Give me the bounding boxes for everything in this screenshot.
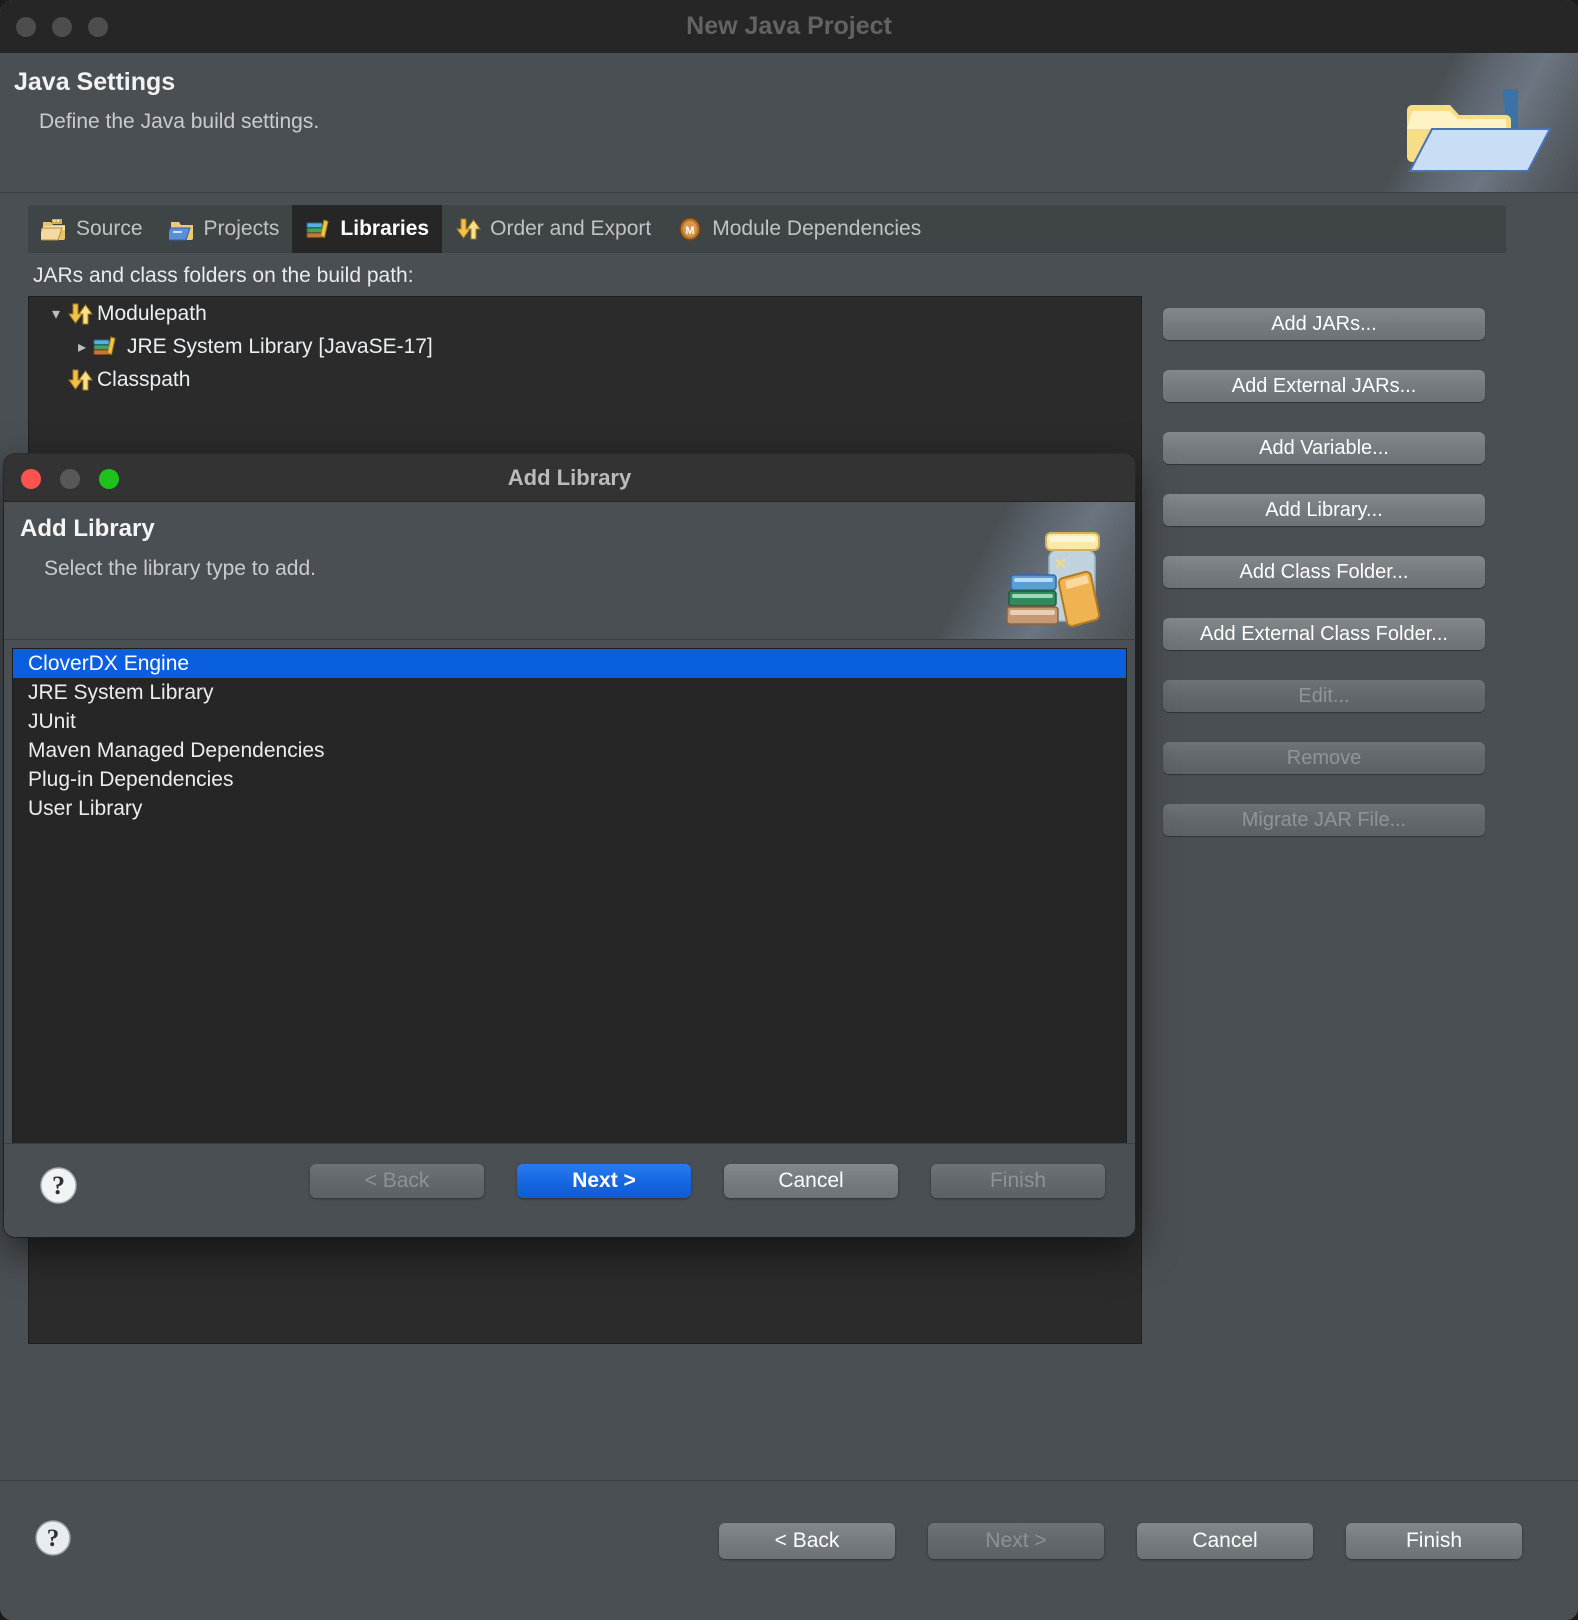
list-item[interactable]: CloverDX Engine (13, 649, 1126, 678)
tab-projects[interactable]: Projects (156, 205, 293, 253)
tree-row[interactable]: ▾ Modulepath (29, 297, 1141, 330)
add-external-class-folder-button[interactable]: Add External Class Folder... (1163, 618, 1485, 650)
tab-order-and-export-label: Order and Export (490, 217, 652, 240)
dialog-close-button[interactable] (21, 469, 41, 489)
dialog-header: Add Library Select the library type to a… (4, 502, 1135, 640)
build-path-tabs[interactable]: Source Projects Libraries Order and Expo… (28, 205, 1506, 253)
back-button[interactable]: < Back (719, 1523, 895, 1559)
svg-text:?: ? (47, 1525, 60, 1552)
migrate-jar-file-button: Migrate JAR File... (1163, 804, 1485, 836)
dialog-traffic-lights[interactable] (21, 469, 119, 489)
page-title: Java Settings (14, 68, 176, 96)
source-folder-icon (41, 216, 67, 242)
add-jars-button[interactable]: Add JARs... (1163, 308, 1485, 340)
order-export-arrows-icon (67, 301, 93, 327)
next-button: Next > (928, 1523, 1104, 1559)
dialog-maximize-button[interactable] (99, 469, 119, 489)
tab-projects-label: Projects (203, 217, 280, 240)
dialog-minimize-button[interactable] (60, 469, 80, 489)
module-dependencies-icon: M (677, 216, 703, 242)
main-window-titlebar: New Java Project (0, 0, 1578, 53)
tree-row[interactable]: Classpath (29, 363, 1141, 396)
tab-source-label: Source (76, 217, 143, 240)
main-wizard-buttons: < Back Next > Cancel Finish (719, 1523, 1522, 1559)
dialog-footer: ? < Back Next > Cancel Finish (4, 1143, 1135, 1237)
dialog-titlebar: Add Library (4, 454, 1135, 502)
list-item[interactable]: User Library (13, 794, 1126, 823)
tree-row[interactable]: ▸ JRE System Library [JavaSE-17] (29, 330, 1141, 363)
add-variable-button[interactable]: Add Variable... (1163, 432, 1485, 464)
dialog-title: Add Library (507, 465, 632, 490)
tab-order-and-export[interactable]: Order and Export (442, 205, 664, 253)
dialog-cancel-button[interactable]: Cancel (724, 1164, 898, 1198)
add-external-jars-button[interactable]: Add External JARs... (1163, 370, 1485, 402)
main-window-title: New Java Project (686, 12, 892, 40)
tab-libraries[interactable]: Libraries (292, 205, 443, 253)
edit-button: Edit... (1163, 680, 1485, 712)
build-path-actions: Add JARs... Add External JARs... Add Var… (1163, 308, 1485, 866)
libraries-books-icon (305, 216, 331, 242)
add-library-button[interactable]: Add Library... (1163, 494, 1485, 526)
cancel-button[interactable]: Cancel (1137, 1523, 1313, 1559)
dialog-next-button[interactable]: Next > (517, 1164, 691, 1198)
libraries-books-icon (93, 335, 121, 359)
dialog-finish-button: Finish (931, 1164, 1105, 1198)
tab-module-dependencies-label: Module Dependencies (712, 217, 922, 240)
svg-text:?: ? (52, 1171, 65, 1200)
main-window-header: Java Settings Define the Java build sett… (0, 53, 1578, 193)
tab-source[interactable]: Source (28, 205, 156, 253)
dialog-wizard-buttons: < Back Next > Cancel Finish (310, 1164, 1105, 1198)
build-path-label: JARs and class folders on the build path… (33, 264, 414, 287)
java-project-folder-icon (1406, 81, 1556, 181)
help-question-icon[interactable]: ? (39, 1166, 78, 1205)
svg-text:M: M (686, 225, 695, 237)
finish-button[interactable]: Finish (1346, 1523, 1522, 1559)
chevron-down-icon[interactable]: ▾ (45, 304, 67, 324)
tree-item-label: Modulepath (97, 301, 207, 325)
order-export-arrows-icon (455, 216, 482, 242)
dialog-page-title: Add Library (20, 515, 155, 542)
main-window-footer: ? < Back Next > Cancel Finish (0, 1480, 1578, 1620)
tree-item-label: JRE System Library [JavaSE-17] (127, 334, 433, 358)
add-library-dialog: Add Library Add Library Select the libra… (4, 454, 1135, 1237)
page-subtitle: Define the Java build settings. (39, 110, 320, 133)
dialog-page-subtitle: Select the library type to add. (44, 557, 316, 580)
chevron-right-icon[interactable]: ▸ (71, 337, 93, 357)
list-item[interactable]: Maven Managed Dependencies (13, 736, 1126, 765)
tab-libraries-label: Libraries (340, 217, 430, 240)
jar-with-books-icon (999, 524, 1117, 629)
tree-item-label: Classpath (97, 367, 191, 391)
projects-folder-icon (168, 216, 195, 242)
tab-module-dependencies[interactable]: M Module Dependencies (664, 205, 934, 253)
remove-button: Remove (1163, 742, 1485, 774)
order-export-arrows-icon (67, 367, 93, 393)
add-class-folder-button[interactable]: Add Class Folder... (1163, 556, 1485, 588)
list-item[interactable]: JRE System Library (13, 678, 1126, 707)
list-item[interactable]: Plug-in Dependencies (13, 765, 1126, 794)
list-item[interactable]: JUnit (13, 707, 1126, 736)
dialog-back-button: < Back (310, 1164, 484, 1198)
help-question-icon[interactable]: ? (34, 1519, 72, 1557)
